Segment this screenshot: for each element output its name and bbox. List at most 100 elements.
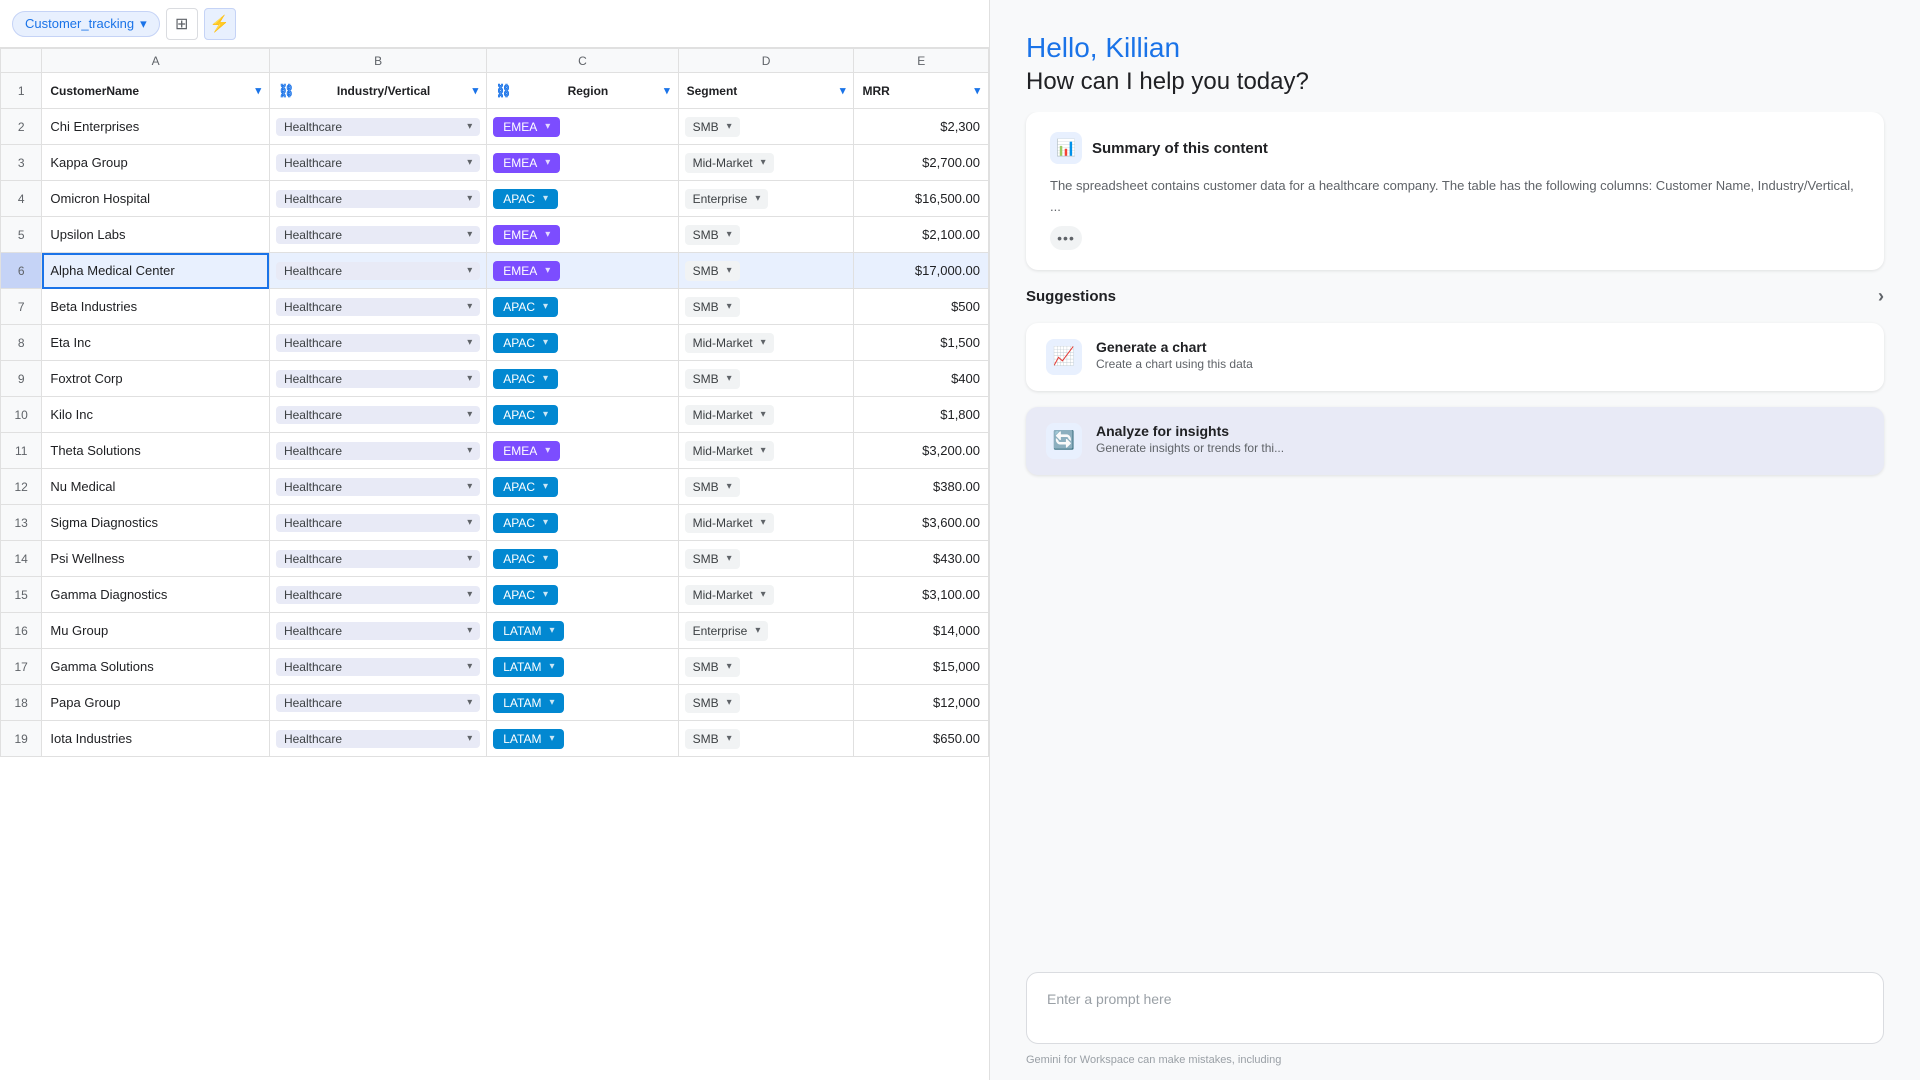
- industry-cell[interactable]: Healthcare▾: [269, 721, 486, 757]
- table-row[interactable]: 17Gamma SolutionsHealthcare▾LATAM▾SMB▾$1…: [1, 649, 989, 685]
- col-letter-d[interactable]: D: [678, 49, 854, 73]
- industry-cell[interactable]: Healthcare▾: [269, 181, 486, 217]
- region-cell[interactable]: APAC▾: [487, 469, 678, 505]
- analyze-insights-card[interactable]: 🔄 Analyze for insights Generate insights…: [1026, 407, 1884, 475]
- table-view-button[interactable]: ⊞: [166, 8, 198, 40]
- table-row[interactable]: 12Nu MedicalHealthcare▾APAC▾SMB▾$380.00: [1, 469, 989, 505]
- region-filter-icon[interactable]: ▾: [664, 84, 670, 97]
- segment-cell[interactable]: Mid-Market▾: [678, 433, 854, 469]
- segment-cell[interactable]: Mid-Market▾: [678, 505, 854, 541]
- industry-cell[interactable]: Healthcare▾: [269, 505, 486, 541]
- table-row[interactable]: 6Alpha Medical CenterHealthcare▾EMEA▾SMB…: [1, 253, 989, 289]
- segment-cell[interactable]: Mid-Market▾: [678, 577, 854, 613]
- region-cell[interactable]: EMEA▾: [487, 217, 678, 253]
- customer-name-cell[interactable]: Alpha Medical Center: [42, 253, 270, 289]
- industry-cell[interactable]: Healthcare▾: [269, 109, 486, 145]
- segment-cell[interactable]: SMB▾: [678, 217, 854, 253]
- region-cell[interactable]: APAC▾: [487, 361, 678, 397]
- customer-name-cell[interactable]: Papa Group: [42, 685, 270, 721]
- col-letter-a[interactable]: A: [42, 49, 270, 73]
- customer-name-cell[interactable]: Kilo Inc: [42, 397, 270, 433]
- region-cell[interactable]: APAC▾: [487, 397, 678, 433]
- table-row[interactable]: 4Omicron HospitalHealthcare▾APAC▾Enterpr…: [1, 181, 989, 217]
- industry-cell[interactable]: Healthcare▾: [269, 145, 486, 181]
- customer-name-cell[interactable]: Beta Industries: [42, 289, 270, 325]
- region-cell[interactable]: EMEA▾: [487, 253, 678, 289]
- col-header-region[interactable]: ⛓ Region ▾: [487, 73, 678, 109]
- industry-cell[interactable]: Healthcare▾: [269, 289, 486, 325]
- table-row[interactable]: 11Theta SolutionsHealthcare▾EMEA▾Mid-Mar…: [1, 433, 989, 469]
- table-row[interactable]: 10Kilo IncHealthcare▾APAC▾Mid-Market▾$1,…: [1, 397, 989, 433]
- industry-cell[interactable]: Healthcare▾: [269, 217, 486, 253]
- sheet-name-pill[interactable]: Customer_tracking ▾: [12, 11, 160, 37]
- region-cell[interactable]: APAC▾: [487, 325, 678, 361]
- region-cell[interactable]: APAC▾: [487, 577, 678, 613]
- region-cell[interactable]: APAC▾: [487, 541, 678, 577]
- region-cell[interactable]: LATAM▾: [487, 649, 678, 685]
- region-cell[interactable]: EMEA▾: [487, 145, 678, 181]
- table-row[interactable]: 19Iota IndustriesHealthcare▾LATAM▾SMB▾$6…: [1, 721, 989, 757]
- industry-cell[interactable]: Healthcare▾: [269, 541, 486, 577]
- customer-name-cell[interactable]: Chi Enterprises: [42, 109, 270, 145]
- table-row[interactable]: 9Foxtrot CorpHealthcare▾APAC▾SMB▾$400: [1, 361, 989, 397]
- col-header-industry[interactable]: ⛓ Industry/Vertical ▾: [269, 73, 486, 109]
- table-row[interactable]: 18Papa GroupHealthcare▾LATAM▾SMB▾$12,000: [1, 685, 989, 721]
- col-header-customer-name[interactable]: CustomerName ▾: [42, 73, 270, 109]
- col-letter-c[interactable]: C: [487, 49, 678, 73]
- spreadsheet-table-wrapper[interactable]: A B C D E 1 CustomerName ▾: [0, 48, 989, 1080]
- customer-name-cell[interactable]: Gamma Solutions: [42, 649, 270, 685]
- industry-cell[interactable]: Healthcare▾: [269, 685, 486, 721]
- segment-cell[interactable]: Mid-Market▾: [678, 145, 854, 181]
- industry-cell[interactable]: Healthcare▾: [269, 361, 486, 397]
- customer-name-cell[interactable]: Mu Group: [42, 613, 270, 649]
- table-row[interactable]: 7Beta IndustriesHealthcare▾APAC▾SMB▾$500: [1, 289, 989, 325]
- table-row[interactable]: 8Eta IncHealthcare▾APAC▾Mid-Market▾$1,50…: [1, 325, 989, 361]
- table-row[interactable]: 16Mu GroupHealthcare▾LATAM▾Enterprise▾$1…: [1, 613, 989, 649]
- segment-cell[interactable]: Mid-Market▾: [678, 325, 854, 361]
- mrr-filter-icon[interactable]: ▾: [974, 84, 980, 97]
- segment-cell[interactable]: Enterprise▾: [678, 181, 854, 217]
- segment-cell[interactable]: Mid-Market▾: [678, 397, 854, 433]
- customer-name-cell[interactable]: Psi Wellness: [42, 541, 270, 577]
- region-cell[interactable]: EMEA▾: [487, 433, 678, 469]
- region-cell[interactable]: APAC▾: [487, 181, 678, 217]
- region-cell[interactable]: LATAM▾: [487, 685, 678, 721]
- region-cell[interactable]: EMEA▾: [487, 109, 678, 145]
- segment-cell[interactable]: SMB▾: [678, 469, 854, 505]
- customer-name-cell[interactable]: Upsilon Labs: [42, 217, 270, 253]
- customer-name-cell[interactable]: Iota Industries: [42, 721, 270, 757]
- industry-cell[interactable]: Healthcare▾: [269, 433, 486, 469]
- segment-filter-icon[interactable]: ▾: [840, 84, 846, 97]
- suggestions-chevron-icon[interactable]: ›: [1878, 286, 1884, 307]
- table-row[interactable]: 15Gamma DiagnosticsHealthcare▾APAC▾Mid-M…: [1, 577, 989, 613]
- segment-cell[interactable]: SMB▾: [678, 109, 854, 145]
- col-letter-e[interactable]: E: [854, 49, 989, 73]
- customer-name-cell[interactable]: Gamma Diagnostics: [42, 577, 270, 613]
- industry-filter-icon[interactable]: ▾: [473, 84, 479, 97]
- segment-cell[interactable]: SMB▾: [678, 361, 854, 397]
- segment-cell[interactable]: SMB▾: [678, 253, 854, 289]
- industry-cell[interactable]: Healthcare▾: [269, 469, 486, 505]
- region-cell[interactable]: LATAM▾: [487, 613, 678, 649]
- region-cell[interactable]: APAC▾: [487, 289, 678, 325]
- industry-cell[interactable]: Healthcare▾: [269, 325, 486, 361]
- table-row[interactable]: 13Sigma DiagnosticsHealthcare▾APAC▾Mid-M…: [1, 505, 989, 541]
- region-cell[interactable]: LATAM▾: [487, 721, 678, 757]
- customer-name-cell[interactable]: Kappa Group: [42, 145, 270, 181]
- industry-cell[interactable]: Healthcare▾: [269, 649, 486, 685]
- segment-cell[interactable]: Enterprise▾: [678, 613, 854, 649]
- industry-cell[interactable]: Healthcare▾: [269, 577, 486, 613]
- col-header-segment[interactable]: Segment ▾: [678, 73, 854, 109]
- customer-name-cell[interactable]: Foxtrot Corp: [42, 361, 270, 397]
- segment-cell[interactable]: SMB▾: [678, 685, 854, 721]
- table-row[interactable]: 5Upsilon LabsHealthcare▾EMEA▾SMB▾$2,100.…: [1, 217, 989, 253]
- customer-name-cell[interactable]: Theta Solutions: [42, 433, 270, 469]
- customer-name-filter-icon[interactable]: ▾: [255, 84, 261, 97]
- table-row[interactable]: 14Psi WellnessHealthcare▾APAC▾SMB▾$430.0…: [1, 541, 989, 577]
- segment-cell[interactable]: SMB▾: [678, 289, 854, 325]
- generate-chart-card[interactable]: 📈 Generate a chart Create a chart using …: [1026, 323, 1884, 391]
- industry-cell[interactable]: Healthcare▾: [269, 397, 486, 433]
- industry-cell[interactable]: Healthcare▾: [269, 613, 486, 649]
- table-row[interactable]: 2Chi EnterprisesHealthcare▾EMEA▾SMB▾$2,3…: [1, 109, 989, 145]
- segment-cell[interactable]: SMB▾: [678, 649, 854, 685]
